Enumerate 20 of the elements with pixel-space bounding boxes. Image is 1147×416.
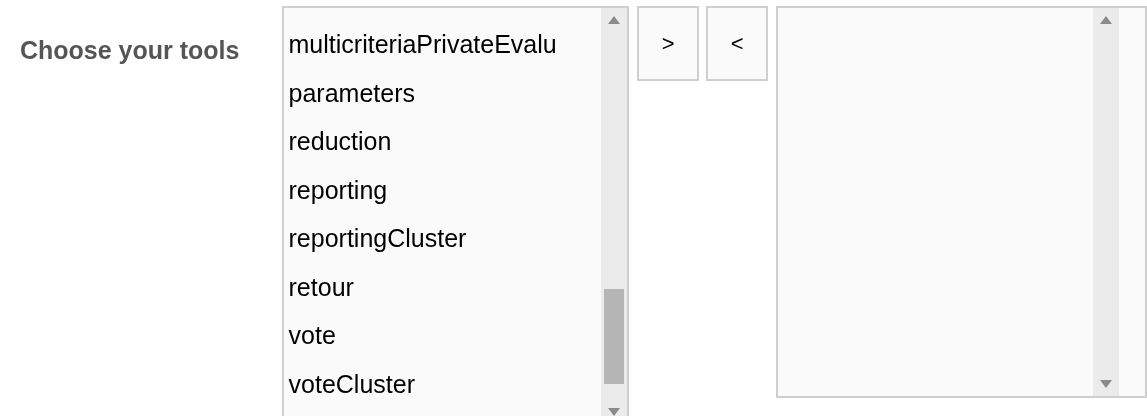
list-option[interactable]: voteCluster xyxy=(288,359,602,408)
scroll-up-icon[interactable] xyxy=(608,16,621,24)
list-option[interactable]: reportingCluster xyxy=(288,214,602,263)
list-option[interactable]: multicriteriaPrivateEvalu xyxy=(288,20,602,69)
list-option[interactable]: vote xyxy=(288,311,602,360)
list-option[interactable]: reduction xyxy=(288,117,602,166)
selected-tools-list[interactable] xyxy=(776,6,1147,398)
move-button[interactable]: > xyxy=(637,6,700,81)
scroll-thumb[interactable] xyxy=(604,289,625,384)
scroll-down-icon[interactable] xyxy=(1100,380,1112,388)
list-option[interactable]: reporting xyxy=(288,165,602,214)
list-option[interactable]: retour xyxy=(288,262,602,311)
scroll-up-icon[interactable] xyxy=(1100,16,1112,24)
scroll-down-icon[interactable] xyxy=(608,408,621,416)
scrollbar[interactable] xyxy=(1093,8,1119,396)
move-button[interactable]: < xyxy=(706,6,769,81)
scrollbar[interactable] xyxy=(601,8,628,416)
field-label: Choose your tools xyxy=(20,35,241,66)
available-tools-list[interactable]: multicriteriaPrivateEvalu parameters reduction reporting reportingCluster retour vote voteCluster xyxy=(281,6,630,416)
list-option[interactable]: parameters xyxy=(288,68,602,117)
